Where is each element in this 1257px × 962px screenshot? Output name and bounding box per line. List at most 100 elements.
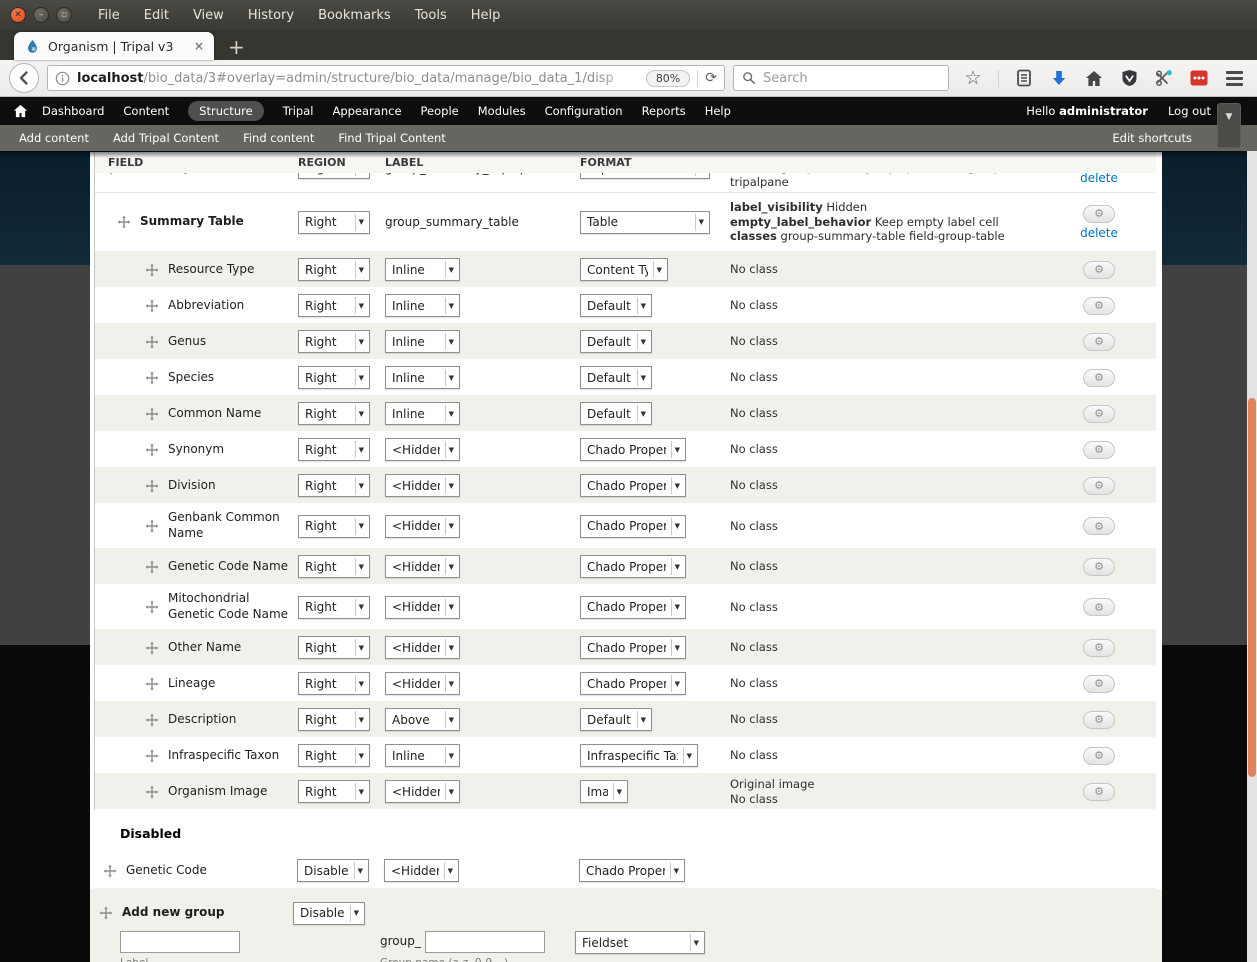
shortcut-find-content[interactable]: Find content — [243, 131, 314, 145]
admin-item-help[interactable]: Help — [705, 104, 731, 118]
bookmarks-sidebar-icon[interactable] — [1014, 68, 1034, 88]
drag-handle-icon[interactable] — [145, 371, 159, 385]
site-info-icon[interactable] — [55, 68, 70, 88]
scrollbar-thumb[interactable] — [1248, 398, 1256, 777]
admin-item-appearance[interactable]: Appearance — [332, 104, 401, 118]
drag-handle-icon[interactable] — [145, 560, 159, 574]
format-settings-gear-button[interactable]: ⚙ — [1083, 369, 1115, 387]
label-select[interactable]: Inline▼ — [385, 744, 460, 767]
logout-link[interactable]: Log out — [1168, 104, 1211, 118]
format-settings-gear-button[interactable]: ⚙ — [1083, 517, 1115, 535]
format-settings-gear-button[interactable]: ⚙ — [1083, 747, 1115, 765]
drag-handle-icon[interactable] — [145, 519, 159, 533]
drag-handle-icon[interactable] — [145, 335, 159, 349]
reload-button[interactable]: ⟳ — [705, 70, 717, 86]
menu-edit[interactable]: Edit — [144, 8, 169, 23]
window-close-button[interactable]: ✕ — [10, 7, 26, 23]
window-minimize-button[interactable]: – — [33, 7, 49, 23]
region-select[interactable]: Right▼ — [298, 294, 370, 317]
drag-handle-icon[interactable] — [145, 443, 159, 457]
label-select[interactable]: <Hidden>▼ — [385, 780, 460, 803]
admin-item-tripal[interactable]: Tripal — [283, 104, 314, 118]
region-select[interactable]: Right▼ — [298, 780, 370, 803]
format-select[interactable]: Chado Property▼ — [580, 596, 686, 619]
format-settings-gear-button[interactable]: ⚙ — [1083, 675, 1115, 693]
region-select[interactable]: Right▼ — [298, 555, 370, 578]
format-select[interactable]: Content Type▼ — [580, 258, 668, 281]
new-group-format-select[interactable]: Fieldset▼ — [575, 931, 705, 954]
format-settings-gear-button[interactable]: ⚙ — [1083, 558, 1115, 576]
home-icon[interactable] — [1084, 68, 1104, 88]
region-select[interactable]: Right▼ — [298, 173, 370, 179]
format-settings-gear-button[interactable]: ⚙ — [1083, 333, 1115, 351]
label-select[interactable]: Inline▼ — [385, 258, 460, 281]
new-group-label-input[interactable] — [120, 931, 240, 953]
format-settings-gear-button[interactable]: ⚙ — [1083, 639, 1115, 657]
drag-handle-icon[interactable] — [145, 749, 159, 763]
drag-handle-icon[interactable] — [145, 263, 159, 277]
format-select[interactable]: Default▼ — [580, 366, 652, 389]
region-select[interactable]: Right▼ — [298, 366, 370, 389]
label-select[interactable]: Inline▼ — [385, 330, 460, 353]
format-settings-gear-button[interactable]: ⚙ — [1083, 598, 1115, 616]
delete-link[interactable]: delete — [1080, 173, 1118, 185]
drag-handle-icon[interactable] — [145, 407, 159, 421]
menu-view[interactable]: View — [193, 8, 224, 23]
region-select[interactable]: Disabled▼ — [297, 859, 369, 882]
downloads-icon[interactable] — [1049, 68, 1069, 88]
format-select[interactable]: Tripal Pane▼ — [580, 173, 710, 179]
menu-file[interactable]: File — [98, 8, 120, 23]
format-select[interactable]: Default▼ — [580, 294, 652, 317]
drag-handle-icon[interactable] — [145, 677, 159, 691]
drag-handle-icon[interactable] — [103, 864, 117, 878]
new-group-name-input[interactable] — [425, 931, 545, 953]
new-tab-button[interactable]: + — [228, 37, 245, 57]
drag-handle-icon[interactable] — [145, 641, 159, 655]
menu-help[interactable]: Help — [471, 8, 501, 23]
label-select[interactable]: <Hidden>▼ — [385, 555, 460, 578]
region-select[interactable]: Right▼ — [298, 211, 370, 234]
menu-hamburger-icon[interactable] — [1224, 68, 1244, 88]
drag-handle-icon[interactable] — [145, 713, 159, 727]
region-select[interactable]: Right▼ — [298, 515, 370, 538]
drag-handle-icon[interactable] — [104, 173, 118, 175]
drag-handle-icon[interactable] — [117, 215, 131, 229]
format-settings-gear-button[interactable]: ⚙ — [1083, 297, 1115, 315]
drupal-home-icon[interactable] — [12, 101, 28, 121]
drag-handle-icon[interactable] — [145, 479, 159, 493]
format-select[interactable]: Default▼ — [580, 708, 652, 731]
region-select[interactable]: Right▼ — [298, 744, 370, 767]
format-select[interactable]: Chado Property▼ — [580, 672, 686, 695]
shield-extension-icon[interactable] — [1119, 68, 1139, 88]
format-settings-gear-button[interactable]: ⚙ — [1083, 441, 1115, 459]
label-select[interactable]: <Hidden>▼ — [385, 672, 460, 695]
format-select[interactable]: Chado Property▼ — [580, 515, 686, 538]
region-select[interactable]: Right▼ — [298, 330, 370, 353]
tools-extension-icon[interactable] — [1154, 68, 1174, 88]
toolbar-toggle-button[interactable]: ▼ — [1217, 103, 1241, 148]
format-select[interactable]: Chado Property▼ — [580, 438, 686, 461]
region-select[interactable]: Right▼ — [298, 636, 370, 659]
drag-handle-icon[interactable] — [99, 906, 113, 920]
browser-tab[interactable]: Organism | Tripal v3 × — [14, 32, 214, 60]
page-zoom-badge[interactable]: 80% — [646, 70, 690, 87]
admin-item-configuration[interactable]: Configuration — [545, 104, 623, 118]
format-settings-gear-button[interactable]: ⚙ — [1083, 477, 1115, 495]
edit-shortcuts-link[interactable]: Edit shortcuts — [1112, 131, 1192, 145]
drag-handle-icon[interactable] — [145, 299, 159, 313]
shortcut-find-tripal-content[interactable]: Find Tripal Content — [338, 131, 445, 145]
label-select[interactable]: Inline▼ — [385, 294, 460, 317]
format-select[interactable]: Image▼ — [580, 780, 628, 803]
format-settings-gear-button[interactable]: ⚙ — [1083, 783, 1115, 801]
drag-handle-icon[interactable] — [145, 785, 159, 799]
region-select[interactable]: Right▼ — [298, 438, 370, 461]
tab-close-icon[interactable]: × — [194, 39, 204, 53]
format-settings-gear-button[interactable]: ⚙ — [1083, 205, 1115, 223]
label-select[interactable]: <Hidden>▼ — [385, 515, 460, 538]
label-select[interactable]: <Hidden>▼ — [384, 859, 459, 882]
admin-item-dashboard[interactable]: Dashboard — [42, 104, 104, 118]
admin-item-modules[interactable]: Modules — [478, 104, 526, 118]
format-select[interactable]: Infraspecific Taxon▼ — [580, 744, 698, 767]
format-settings-gear-button[interactable]: ⚙ — [1083, 405, 1115, 423]
shortcut-add-content[interactable]: Add content — [19, 131, 89, 145]
